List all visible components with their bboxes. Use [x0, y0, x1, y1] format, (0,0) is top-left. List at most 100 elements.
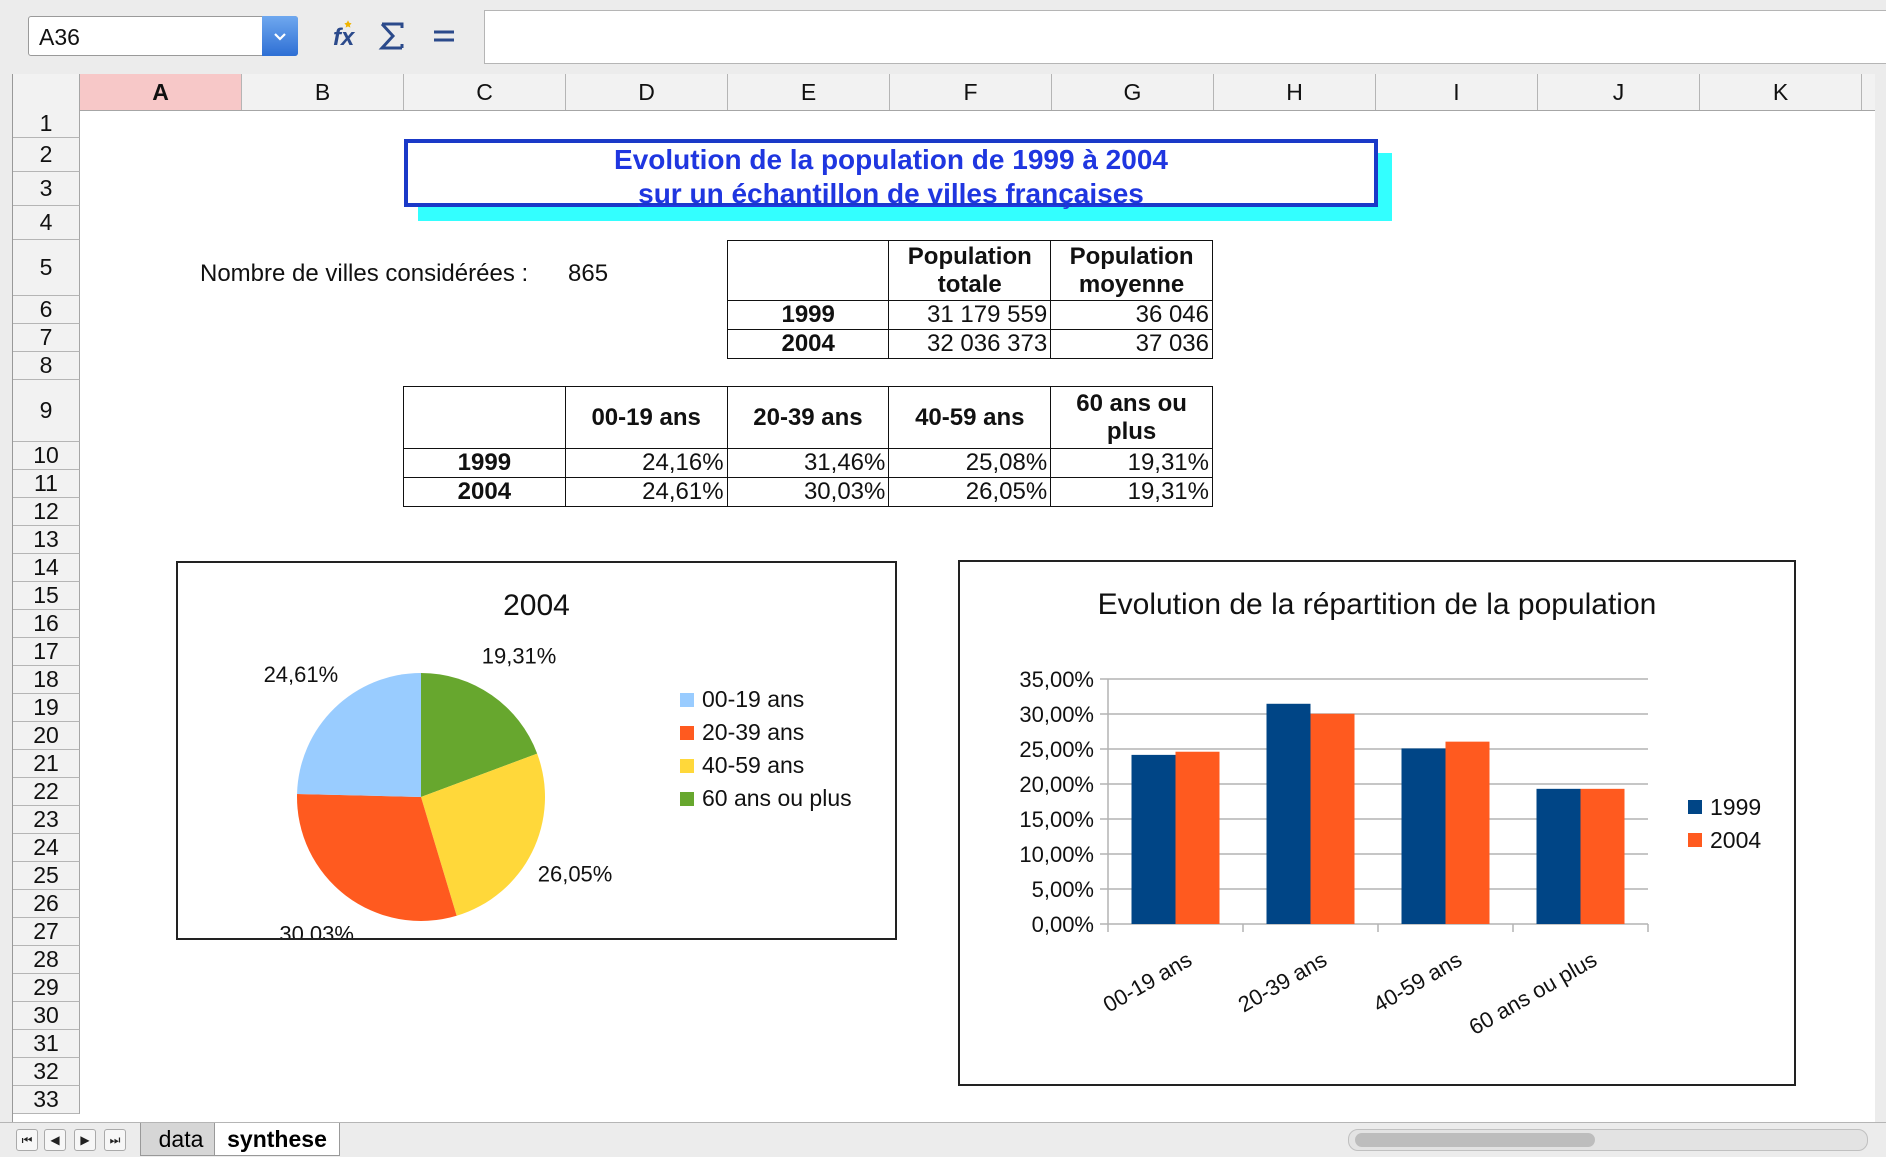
tab-data[interactable]: data	[140, 1123, 222, 1156]
row-header-4[interactable]: 4	[13, 206, 80, 240]
header-40-59[interactable]: 40-59 ans	[888, 386, 1052, 449]
row-header-1[interactable]: 1	[13, 110, 80, 138]
first-sheet-button[interactable]: ⏮	[16, 1129, 38, 1151]
row-header-7[interactable]: 7	[13, 324, 80, 352]
year-cell[interactable]: 1999	[726, 300, 890, 330]
column-header-a[interactable]: A	[80, 74, 242, 110]
row-header-18[interactable]: 18	[13, 666, 80, 694]
column-header-i[interactable]: I	[1376, 74, 1538, 110]
value-cell[interactable]: 19,31%	[1050, 477, 1213, 507]
column-header-h[interactable]: H	[1214, 74, 1376, 110]
row-header-15[interactable]: 15	[13, 582, 80, 610]
sheet-tab-bar: ⏮ ◀ ▶ ⏭ data synthese	[0, 1122, 1886, 1157]
value-cell[interactable]: 31,46%	[726, 448, 890, 478]
total-cell[interactable]: 31 179 559	[888, 300, 1052, 330]
row-header-20[interactable]: 20	[13, 722, 80, 750]
column-header-e[interactable]: E	[728, 74, 890, 110]
formula-input[interactable]	[484, 10, 1886, 64]
row-header-32[interactable]: 32	[13, 1058, 80, 1086]
column-header-f[interactable]: F	[890, 74, 1052, 110]
row-header-11[interactable]: 11	[13, 470, 80, 498]
total-cell[interactable]: 32 036 373	[888, 329, 1052, 359]
row-header-14[interactable]: 14	[13, 554, 80, 582]
pie-slice-0[interactable]	[297, 673, 421, 797]
value-cell[interactable]: 30,03%	[726, 477, 890, 507]
row-header-24[interactable]: 24	[13, 834, 80, 862]
prev-sheet-button[interactable]: ◀	[44, 1129, 66, 1151]
header-60-plus[interactable]: 60 ans ou plus	[1050, 386, 1213, 449]
row-header-30[interactable]: 30	[13, 1002, 80, 1030]
last-sheet-button[interactable]: ⏭	[104, 1129, 126, 1151]
cities-label[interactable]: Nombre de villes considérées :	[200, 260, 528, 288]
horizontal-scrollbar[interactable]	[1348, 1129, 1868, 1151]
equals-icon[interactable]	[426, 18, 462, 54]
bar-1999-0[interactable]	[1131, 754, 1176, 924]
row-header-25[interactable]: 25	[13, 862, 80, 890]
bar-2004-1[interactable]	[1310, 713, 1355, 924]
bar-1999-2[interactable]	[1401, 748, 1446, 924]
header-00-19[interactable]: 00-19 ans	[564, 386, 728, 449]
bar-2004-0[interactable]	[1175, 751, 1220, 924]
year-cell[interactable]: 2004	[403, 477, 566, 507]
next-sheet-button[interactable]: ▶	[74, 1129, 96, 1151]
header-20-39[interactable]: 20-39 ans	[726, 386, 890, 449]
bar-chart[interactable]: Evolution de la répartition de la popula…	[958, 560, 1796, 1086]
row-header-21[interactable]: 21	[13, 750, 80, 778]
age-table-corner[interactable]	[403, 386, 566, 449]
row-header-2[interactable]: 2	[13, 138, 80, 172]
column-header-j[interactable]: J	[1538, 74, 1700, 110]
row-header-31[interactable]: 31	[13, 1030, 80, 1058]
row-header-13[interactable]: 13	[13, 526, 80, 554]
sum-icon[interactable]	[374, 18, 410, 54]
row-header-3[interactable]: 3	[13, 172, 80, 206]
vertical-scrollbar[interactable]	[1874, 74, 1886, 1134]
year-cell[interactable]: 1999	[403, 448, 566, 478]
row-header-10[interactable]: 10	[13, 442, 80, 470]
row-header-33[interactable]: 33	[13, 1086, 80, 1114]
function-wizard-icon[interactable]: fx	[330, 18, 366, 54]
row-header-16[interactable]: 16	[13, 610, 80, 638]
row-header-23[interactable]: 23	[13, 806, 80, 834]
column-header-g[interactable]: G	[1052, 74, 1214, 110]
cities-count[interactable]: 865	[568, 260, 608, 288]
column-header-d[interactable]: D	[566, 74, 728, 110]
value-cell[interactable]: 24,61%	[564, 477, 728, 507]
scrollbar-thumb[interactable]	[1355, 1133, 1595, 1147]
row-header-12[interactable]: 12	[13, 498, 80, 526]
tab-synthese[interactable]: synthese	[214, 1123, 340, 1156]
row-header-27[interactable]: 27	[13, 918, 80, 946]
header-population-totale[interactable]: Population totale	[888, 240, 1052, 301]
row-header-17[interactable]: 17	[13, 638, 80, 666]
row-header-8[interactable]: 8	[13, 352, 80, 380]
column-header-c[interactable]: C	[404, 74, 566, 110]
header-population-moyenne[interactable]: Population moyenne	[1050, 240, 1213, 301]
column-header-b[interactable]: B	[242, 74, 404, 110]
select-all-corner[interactable]	[13, 74, 80, 110]
value-cell[interactable]: 26,05%	[888, 477, 1052, 507]
row-header-5[interactable]: 5	[13, 240, 80, 296]
average-cell[interactable]: 37 036	[1050, 329, 1213, 359]
column-header-k[interactable]: K	[1700, 74, 1862, 110]
bar-1999-1[interactable]	[1266, 703, 1311, 924]
year-cell[interactable]: 2004	[726, 329, 890, 359]
average-cell[interactable]: 36 046	[1050, 300, 1213, 330]
bar-2004-2[interactable]	[1445, 741, 1490, 924]
row-header-29[interactable]: 29	[13, 974, 80, 1002]
row-header-19[interactable]: 19	[13, 694, 80, 722]
population-table-corner[interactable]	[726, 240, 890, 301]
sheet-title[interactable]: Evolution de la population de 1999 à 200…	[404, 139, 1378, 209]
value-cell[interactable]: 25,08%	[888, 448, 1052, 478]
chevron-down-icon[interactable]	[262, 16, 298, 56]
value-cell[interactable]: 19,31%	[1050, 448, 1213, 478]
row-header-26[interactable]: 26	[13, 890, 80, 918]
bar-2004-3[interactable]	[1580, 788, 1625, 924]
name-box[interactable]: A36	[28, 16, 298, 56]
pie-chart[interactable]: 2004 19,31% 26,05% 30,03% 24,61% 00-19 ans 20…	[176, 561, 897, 940]
y-tick-label: 25,00%	[1019, 737, 1094, 762]
row-header-6[interactable]: 6	[13, 296, 80, 324]
bar-1999-3[interactable]	[1536, 788, 1581, 924]
value-cell[interactable]: 24,16%	[564, 448, 728, 478]
row-header-9[interactable]: 9	[13, 380, 80, 442]
row-header-28[interactable]: 28	[13, 946, 80, 974]
row-header-22[interactable]: 22	[13, 778, 80, 806]
